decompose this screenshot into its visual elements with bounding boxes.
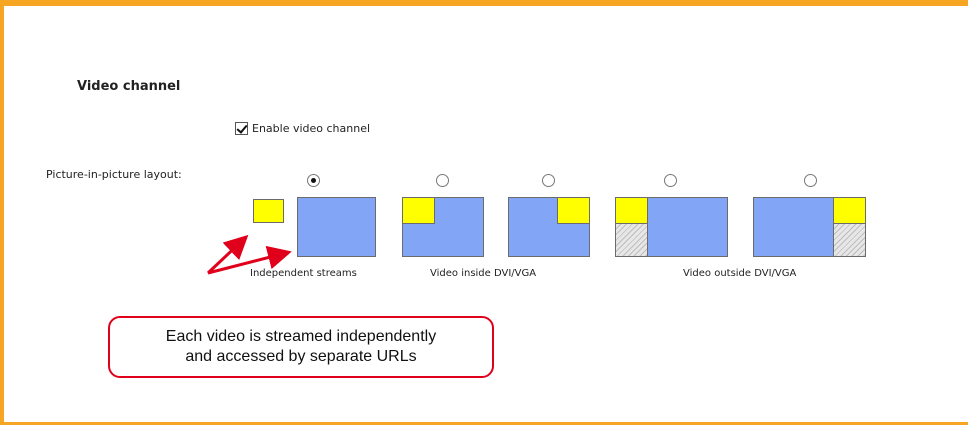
callout-line-2: and accessed by separate URLs (185, 348, 417, 365)
callout-line-1: Each video is streamed independently (165, 328, 437, 345)
annotation-callout: Each video is streamed independently and… (108, 316, 494, 378)
